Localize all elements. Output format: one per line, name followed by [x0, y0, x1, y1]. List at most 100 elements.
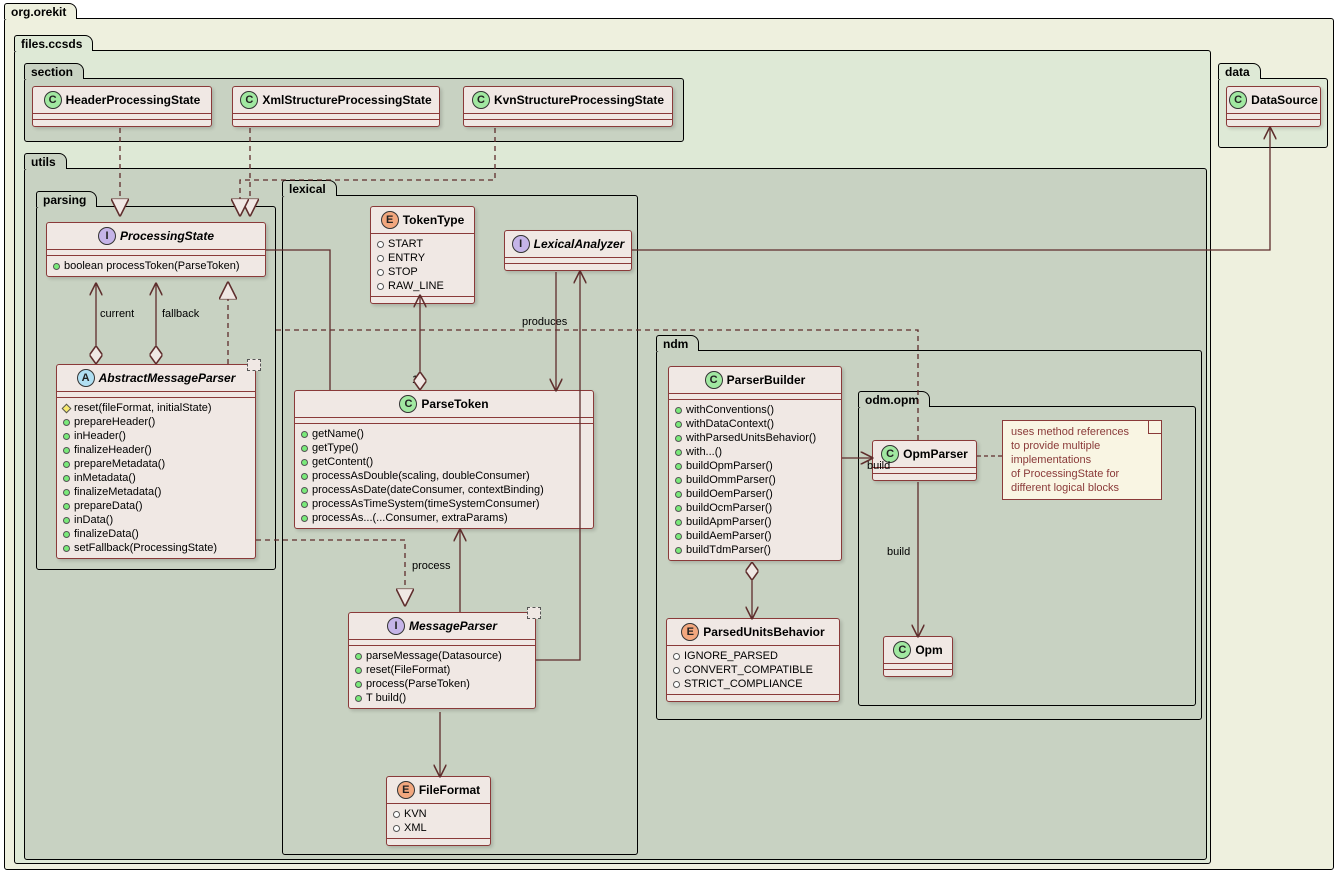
visibility-public — [53, 263, 60, 270]
visibility-public — [355, 653, 362, 660]
visibility-public — [675, 421, 682, 428]
label-build2: build — [887, 546, 910, 558]
visibility-enum — [377, 241, 384, 248]
package-tab-orekit: org.orekit — [4, 3, 77, 19]
member: START — [377, 237, 468, 251]
visibility-public — [675, 463, 682, 470]
visibility-public — [63, 517, 70, 524]
member: prepareData() — [63, 499, 249, 513]
class-icon: C — [240, 91, 258, 109]
package-tab-parsing: parsing — [36, 191, 97, 207]
visibility-public — [675, 491, 682, 498]
member: buildTdmParser() — [675, 543, 835, 557]
member: buildOemParser() — [675, 487, 835, 501]
visibility-enum — [377, 269, 384, 276]
label-produces: produces — [522, 316, 567, 328]
visibility-public — [63, 531, 70, 538]
class-icon: C — [44, 91, 62, 109]
member: withParsedUnitsBehavior() — [675, 431, 835, 445]
member: finalizeMetadata() — [63, 485, 249, 499]
member: prepareHeader() — [63, 415, 249, 429]
interface-icon: I — [387, 617, 405, 635]
member: inMetadata() — [63, 471, 249, 485]
member: buildApmParser() — [675, 515, 835, 529]
visibility-public — [675, 547, 682, 554]
class-fileformat: EFileFormat KVNXML — [386, 776, 491, 846]
visibility-enum — [393, 825, 400, 832]
visibility-enum — [673, 667, 680, 674]
visibility-public — [675, 533, 682, 540]
class-processingstate: IProcessingState boolean processToken(Pa… — [46, 222, 266, 277]
member: inHeader() — [63, 429, 249, 443]
member: processAs...(...Consumer, extraParams) — [301, 511, 587, 525]
class-opm: COpm — [883, 636, 953, 677]
member: getType() — [301, 441, 587, 455]
package-tab-lexical: lexical — [282, 180, 337, 196]
visibility-public — [63, 461, 70, 468]
member: with...() — [675, 445, 835, 459]
note-opmparser: uses method references to provide multip… — [1002, 420, 1162, 500]
member: setFallback(ProcessingState) — [63, 541, 249, 555]
member: IGNORE_PARSED — [673, 649, 833, 663]
package-tab-utils: utils — [24, 153, 67, 169]
interface-icon: I — [512, 235, 530, 253]
class-parsedunitsbehavior: EParsedUnitsBehavior IGNORE_PARSEDCONVER… — [666, 618, 840, 702]
visibility-public — [355, 667, 362, 674]
member: buildAemParser() — [675, 529, 835, 543]
visibility-public — [675, 407, 682, 414]
label-current: current — [100, 308, 134, 320]
visibility-public — [63, 503, 70, 510]
member: finalizeHeader() — [63, 443, 249, 457]
visibility-enum — [377, 283, 384, 290]
visibility-public — [355, 681, 362, 688]
visibility-public — [301, 459, 308, 466]
member: processAsDate(dateConsumer, contextBindi… — [301, 483, 587, 497]
class-headerprocessingstate: CHeaderProcessingState — [32, 86, 212, 127]
class-icon: C — [472, 91, 490, 109]
visibility-public — [675, 505, 682, 512]
member: process(ParseToken) — [355, 677, 529, 691]
visibility-public — [675, 435, 682, 442]
member: RAW_LINE — [377, 279, 468, 293]
visibility-public — [63, 475, 70, 482]
member: XML — [393, 821, 484, 835]
class-icon: C — [399, 395, 417, 413]
package-tab-data: data — [1218, 63, 1261, 79]
member: reset(fileFormat, initialState) — [63, 401, 249, 415]
member: getName() — [301, 427, 587, 441]
member: ENTRY — [377, 251, 468, 265]
visibility-enum — [393, 811, 400, 818]
visibility-public — [63, 545, 70, 552]
class-abstractmessageparser: AAbstractMessageParser reset(fileFormat,… — [56, 364, 256, 559]
visibility-enum — [673, 653, 680, 660]
visibility-public — [675, 449, 682, 456]
label-fallback: fallback — [162, 308, 199, 320]
member: STRICT_COMPLIANCE — [673, 677, 833, 691]
visibility-public — [63, 489, 70, 496]
member: parseMessage(Datasource) — [355, 649, 529, 663]
member: KVN — [393, 807, 484, 821]
member: inData() — [63, 513, 249, 527]
visibility-public — [63, 419, 70, 426]
class-lexicalanalyzer: ILexicalAnalyzer — [504, 230, 632, 271]
visibility-public — [675, 477, 682, 484]
member: prepareMetadata() — [63, 457, 249, 471]
member: finalizeData() — [63, 527, 249, 541]
class-parserbuilder: CParserBuilder withConventions()withData… — [668, 366, 842, 561]
label-process: process — [412, 560, 451, 572]
visibility-public — [355, 695, 362, 702]
visibility-public — [675, 519, 682, 526]
member: T build() — [355, 691, 529, 705]
visibility-public — [301, 473, 308, 480]
enum-icon: E — [397, 781, 415, 799]
enum-icon: E — [381, 211, 399, 229]
member: withDataContext() — [675, 417, 835, 431]
class-icon: C — [893, 641, 911, 659]
visibility-public — [63, 433, 70, 440]
visibility-public — [301, 515, 308, 522]
class-icon: C — [1229, 91, 1247, 109]
member: processAsTimeSystem(timeSystemConsumer) — [301, 497, 587, 511]
class-messageparser: IMessageParser parseMessage(Datasource)r… — [348, 612, 536, 709]
visibility-enum — [673, 681, 680, 688]
member: buildOmmParser() — [675, 473, 835, 487]
